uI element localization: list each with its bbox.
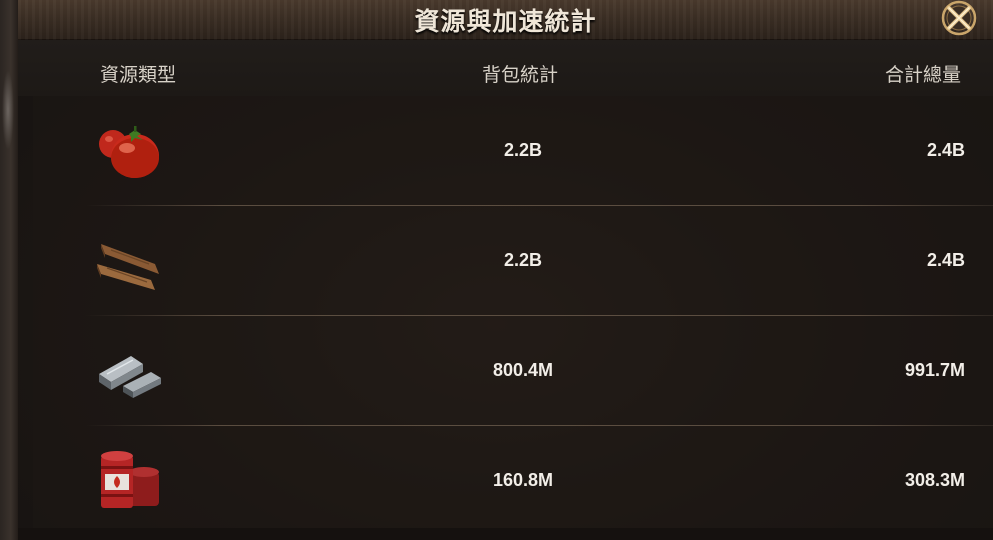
resource-list: 2.2B 2.4B 2.2B 2.4B 800.4M 991.7M 160.8M… [33, 96, 993, 528]
column-header-bar: 資源類型 背包統計 合計總量 [18, 40, 993, 96]
column-header-type: 資源類型 [100, 65, 177, 86]
left-frame-edge [0, 0, 18, 540]
resource-row-food: 2.2B 2.4B [33, 96, 993, 206]
column-header-bag: 背包統計 [482, 65, 559, 86]
wood-planks-icon [97, 244, 159, 290]
column-header-total: 合計總量 [884, 65, 961, 86]
panel-title: 資源與加速統計 [414, 8, 597, 36]
total-amount: 2.4B [926, 250, 965, 270]
bag-amount: 2.2B [503, 140, 543, 160]
close-icon [941, 0, 977, 36]
total-amount: 308.3M [904, 470, 965, 490]
resource-row-oil: 160.8M 308.3M [33, 426, 993, 536]
tomato-icon [99, 126, 159, 178]
bag-amount: 160.8M [492, 470, 554, 490]
bag-amount: 2.2B [503, 250, 543, 270]
bottom-frame-edge [18, 528, 993, 540]
oil-barrels-icon [101, 451, 159, 508]
close-button[interactable] [939, 0, 979, 38]
resource-stats-panel: 資源與加速統計 資源類型 背包統計 合計總量 2.2B 2.4B 2.2B 2.… [0, 0, 993, 540]
total-amount: 991.7M [904, 360, 965, 380]
steel-ingots-icon [99, 356, 161, 398]
panel-header: 資源與加速統計 [18, 0, 993, 41]
resource-row-steel: 800.4M 991.7M [33, 316, 993, 426]
resource-row-wood: 2.2B 2.4B [33, 206, 993, 316]
bag-amount: 800.4M [492, 360, 554, 380]
total-amount: 2.4B [926, 140, 965, 160]
